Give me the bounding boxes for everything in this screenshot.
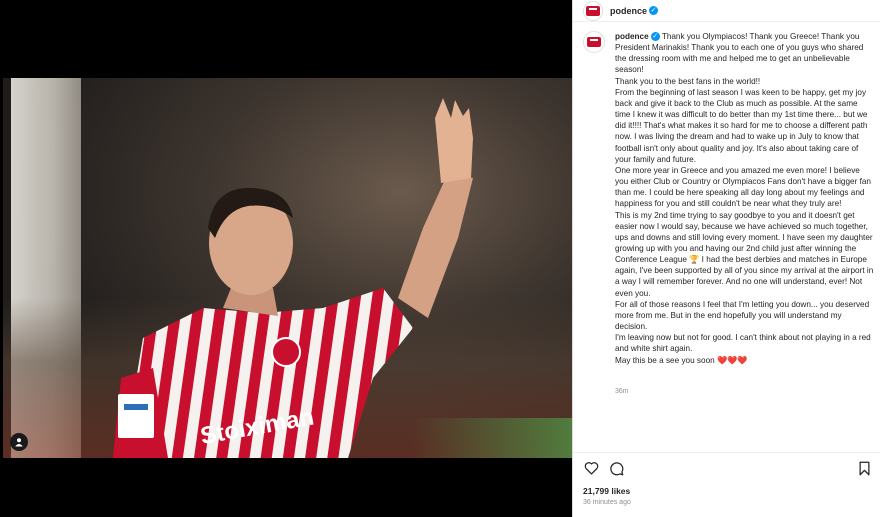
- comment-button[interactable]: [608, 460, 624, 476]
- club-crest-icon: [586, 5, 600, 18]
- caption-line: Thank you to the best fans in the world!…: [615, 76, 761, 86]
- heart-icon: [584, 462, 598, 475]
- club-crest-icon: [587, 37, 601, 49]
- tagged-users-button[interactable]: [10, 433, 28, 451]
- post-photo[interactable]: Stoiximan: [3, 78, 572, 458]
- post-media-pane: Stoiximan: [0, 0, 572, 517]
- like-button[interactable]: [583, 460, 599, 476]
- caption-line: This is my 2nd time trying to say goodby…: [615, 210, 874, 298]
- caption-line: One more year in Greece and you amazed m…: [615, 165, 871, 209]
- caption-avatar[interactable]: [583, 31, 605, 53]
- header-username[interactable]: podence: [610, 6, 647, 16]
- avatar[interactable]: [583, 0, 603, 21]
- post-side-pane: podence ✓ podence ✓ Thank you Olympiacos!…: [572, 0, 880, 517]
- caption-line: From the beginning of last season I was …: [615, 87, 868, 164]
- bookmark-icon: [859, 461, 869, 475]
- verified-badge-icon: ✓: [650, 32, 660, 42]
- caption-text: podence ✓ Thank you Olympiacos! Thank you…: [615, 31, 875, 366]
- caption-username[interactable]: podence: [615, 32, 649, 41]
- comment-icon: [609, 461, 623, 475]
- caption-line: I'm leaving now but not for good. I can'…: [615, 333, 871, 354]
- caption-line: May this be a see you soon ❤️❤️❤️: [615, 355, 748, 365]
- caption-line: For all of those reasons I feel that I'm…: [615, 299, 870, 332]
- player-figure: Stoiximan: [113, 98, 473, 458]
- caption-timestamp: 36m: [615, 388, 629, 395]
- save-button[interactable]: [856, 460, 872, 476]
- user-tag-icon: [15, 438, 23, 447]
- post-header: podence ✓: [573, 0, 880, 22]
- likes-count[interactable]: 21,799 likes: [583, 486, 630, 496]
- verified-badge-icon: ✓: [649, 6, 659, 15]
- action-bar: [573, 452, 880, 478]
- post-timestamp: 36 minutes ago: [583, 499, 631, 506]
- caption-row: podence ✓ Thank you Olympiacos! Thank you…: [583, 31, 875, 366]
